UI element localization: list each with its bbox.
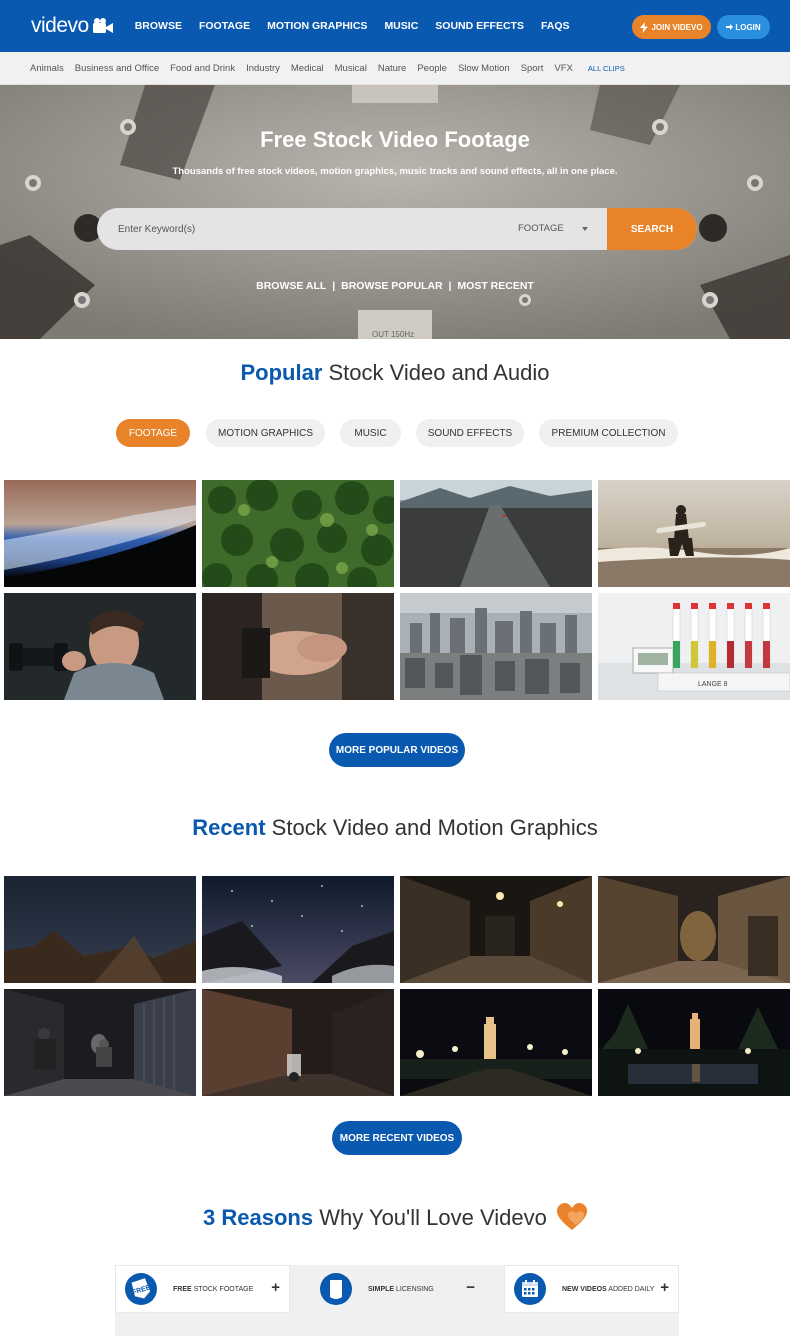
reason-label-rest: STOCK FOOTAGE <box>191 1285 254 1293</box>
tab-music[interactable]: MUSIC <box>340 419 401 447</box>
document-icon <box>320 1273 352 1305</box>
nav-link-sound-effects[interactable]: SOUND EFFECTS <box>435 20 524 32</box>
recent-title-bold: Recent <box>192 815 266 840</box>
category-food-and-drink[interactable]: Food and Drink <box>170 63 235 74</box>
video-thumbnail-scooter-alley[interactable] <box>4 989 196 1096</box>
free-badge-icon: FREE <box>125 1273 157 1305</box>
reasons-title-rest: Why You'll Love Videvo <box>313 1205 547 1230</box>
category-business-and-office[interactable]: Business and Office <box>75 63 159 74</box>
reason-label-rest: LICENSING <box>394 1285 434 1293</box>
search-bar: FOOTAGE SEARCH <box>97 208 697 250</box>
popular-type-tabs: FOOTAGE MOTION GRAPHICS MUSIC SOUND EFFE… <box>0 419 790 447</box>
reason-simple-licensing[interactable]: SIMPLE LICENSING − <box>310 1265 485 1313</box>
nav-link-footage[interactable]: FOOTAGE <box>199 20 250 32</box>
popular-title-rest: Stock Video and Audio <box>322 360 550 385</box>
login-arrow-icon <box>726 24 734 30</box>
video-thumbnail-earth-from-space[interactable] <box>4 480 196 587</box>
reason-label-rest: ADDED DAILY <box>606 1285 655 1293</box>
login-button[interactable]: LOGIN <box>717 15 770 39</box>
reason-label-bold: SIMPLE <box>368 1285 395 1293</box>
popular-section-title: Popular Stock Video and Audio <box>0 360 790 386</box>
top-navigation-bar: videvo BROWSE FOOTAGE MOTION GRAPHICS MU… <box>0 0 790 52</box>
reason-label-bold: NEW VIDEOS <box>562 1285 607 1293</box>
lab-label-text: LANGE 8 <box>698 681 728 688</box>
reason-label: SIMPLE LICENSING <box>368 1286 434 1293</box>
video-thumbnail-mountains-stars[interactable] <box>202 876 394 983</box>
category-medical[interactable]: Medical <box>291 63 324 74</box>
nav-link-browse[interactable]: BROWSE <box>135 20 182 32</box>
category-musical[interactable]: Musical <box>335 63 367 74</box>
reason-label-bold: FREE <box>173 1285 192 1293</box>
videvo-logo[interactable]: videvo <box>31 14 114 38</box>
nav-link-motion-graphics[interactable]: MOTION GRAPHICS <box>267 20 367 32</box>
nav-link-music[interactable]: MUSIC <box>384 20 418 32</box>
logo-text: videvo <box>31 14 89 37</box>
chevron-down-icon <box>582 227 588 231</box>
recent-title-rest: Stock Video and Motion Graphics <box>265 815 598 840</box>
more-popular-videos-button[interactable]: MORE POPULAR VIDEOS <box>329 733 465 767</box>
keyword-search-input[interactable] <box>97 208 497 250</box>
minus-icon: − <box>466 1279 475 1296</box>
video-thumbnail-minaret-night[interactable] <box>400 989 592 1096</box>
nav-link-faqs[interactable]: FAQS <box>541 20 570 32</box>
tab-premium-collection[interactable]: PREMIUM COLLECTION <box>539 419 678 447</box>
video-camera-icon <box>92 18 113 33</box>
hero-quick-links: BROWSE ALL | BROWSE POPULAR | MOST RECEN… <box>256 280 534 292</box>
category-people[interactable]: People <box>417 63 447 74</box>
video-thumbnail-alley-warm-light[interactable] <box>598 876 790 983</box>
reason-label: NEW VIDEOS ADDED DAILY <box>562 1286 654 1293</box>
calendar-icon <box>514 1273 546 1305</box>
main-nav-links: BROWSE FOOTAGE MOTION GRAPHICS MUSIC SOU… <box>135 20 587 32</box>
video-thumbnail-hands-closeup[interactable] <box>202 593 394 700</box>
hero-banner: Free Stock Video Footage Thousands of fr… <box>0 85 790 339</box>
hero-title: Free Stock Video Footage <box>260 127 530 152</box>
tab-footage[interactable]: FOOTAGE <box>116 419 190 447</box>
reason-label: FREE STOCK FOOTAGE <box>173 1286 253 1293</box>
category-nature[interactable]: Nature <box>378 63 407 74</box>
login-label: LOGIN <box>735 22 761 32</box>
search-type-select[interactable]: FOOTAGE <box>518 208 564 250</box>
video-thumbnail-surfer-sunset[interactable] <box>598 480 790 587</box>
most-recent-link[interactable]: MOST RECENT <box>457 280 533 292</box>
lightning-icon <box>640 21 649 33</box>
video-thumbnail-forest-aerial[interactable] <box>202 480 394 587</box>
video-thumbnail-lab-test-tubes[interactable]: LANGE 8 <box>598 593 790 700</box>
video-thumbnail-night-town-sky[interactable] <box>4 876 196 983</box>
join-videvo-button[interactable]: JOIN VIDEVO <box>632 15 711 39</box>
category-vfx[interactable]: VFX <box>554 63 572 74</box>
reasons-section-title: 3 Reasons Why You'll Love Videvo <box>0 1203 790 1231</box>
popular-title-bold: Popular <box>240 360 323 385</box>
plus-icon: + <box>660 1279 669 1296</box>
tab-sound-effects[interactable]: SOUND EFFECTS <box>416 419 524 447</box>
reel-label: OUT 150Hz <box>372 330 415 339</box>
browse-all-link[interactable]: BROWSE ALL <box>256 280 326 292</box>
category-bar: Animals Business and Office Food and Dri… <box>0 52 790 85</box>
join-label: JOIN VIDEVO <box>651 22 703 32</box>
browse-popular-link[interactable]: BROWSE POPULAR <box>341 280 443 292</box>
hero-subtitle: Thousands of free stock videos, motion g… <box>172 166 618 177</box>
category-industry[interactable]: Industry <box>246 63 280 74</box>
tab-motion-graphics[interactable]: MOTION GRAPHICS <box>206 419 325 447</box>
category-slow-motion[interactable]: Slow Motion <box>458 63 510 74</box>
category-sport[interactable]: Sport <box>521 63 544 74</box>
category-animals[interactable]: Animals <box>30 63 64 74</box>
reasons-title-bold: 3 Reasons <box>203 1205 314 1230</box>
video-thumbnail-night-alley-lamps[interactable] <box>400 876 592 983</box>
video-thumbnail-desert-road[interactable] <box>400 480 592 587</box>
recent-section-title: Recent Stock Video and Motion Graphics <box>0 815 790 841</box>
video-thumbnail-woman-dumbbell[interactable] <box>4 593 196 700</box>
heart-icon <box>556 1203 587 1230</box>
reason-new-videos-daily[interactable]: NEW VIDEOS ADDED DAILY + <box>504 1265 679 1313</box>
video-thumbnail-minaret-pool[interactable] <box>598 989 790 1096</box>
all-clips-link[interactable]: ALL CLIPS <box>588 64 625 73</box>
video-thumbnail-city-aerial[interactable] <box>400 593 592 700</box>
search-button[interactable]: SEARCH <box>607 208 697 250</box>
video-thumbnail-scooter-parked[interactable] <box>202 989 394 1096</box>
more-recent-videos-button[interactable]: MORE RECENT VIDEOS <box>332 1121 462 1155</box>
plus-icon: + <box>271 1279 280 1296</box>
reason-free-stock-footage[interactable]: FREE FREE STOCK FOOTAGE + <box>115 1265 290 1313</box>
